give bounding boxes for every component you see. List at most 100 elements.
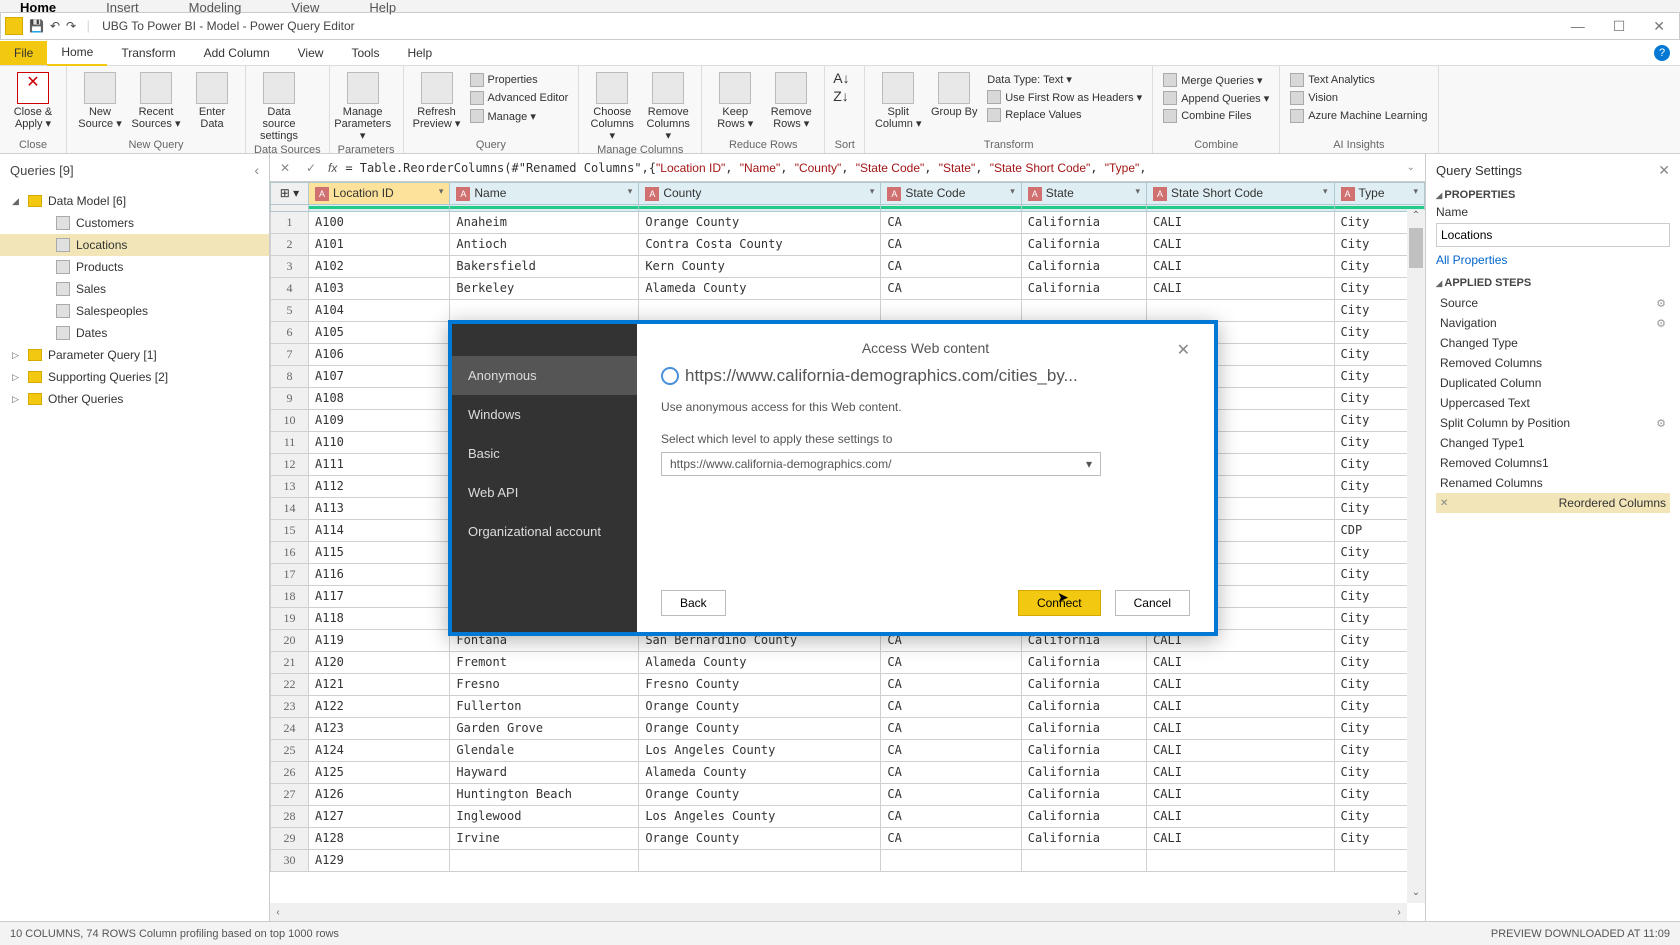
step-split-column-by-position[interactable]: Split Column by Position⚙ (1436, 413, 1670, 433)
column-header-state[interactable]: AState▾ (1021, 183, 1146, 205)
query-item-sales[interactable]: Sales (0, 278, 269, 300)
close-apply-button[interactable]: ✕Close & Apply ▾ (8, 70, 58, 130)
azure-ml-button[interactable]: Azure Machine Learning (1288, 108, 1429, 124)
remove-columns-button[interactable]: Remove Columns ▾ (643, 70, 693, 142)
table-row[interactable]: 21A120FremontAlameda CountyCACaliforniaC… (271, 651, 1425, 673)
data-type-button[interactable]: Data Type: Text ▾ (985, 72, 1144, 87)
sort-desc-button[interactable]: Z↓ (833, 88, 849, 104)
text-analytics-button[interactable]: Text Analytics (1288, 72, 1429, 88)
replace-values-button[interactable]: Replace Values (985, 107, 1144, 123)
qat-undo-icon[interactable]: ↶ (50, 19, 60, 33)
horizontal-scrollbar[interactable]: ‹› (270, 903, 1407, 921)
close-button[interactable]: ✕ (1653, 18, 1665, 35)
cancel-button[interactable]: Cancel (1115, 590, 1190, 616)
refresh-preview-button[interactable]: Refresh Preview ▾ (412, 70, 462, 130)
column-header-county[interactable]: ACounty▾ (639, 183, 881, 205)
formula-commit-icon[interactable]: ✓ (302, 159, 320, 177)
split-column-button[interactable]: Split Column ▾ (873, 70, 923, 130)
new-source-button[interactable]: New Source ▾ (75, 70, 125, 130)
table-row[interactable]: 22A121FresnoFresno CountyCACaliforniaCAL… (271, 673, 1425, 695)
table-row[interactable]: 5A104City (271, 299, 1425, 321)
recent-sources-button[interactable]: Recent Sources ▾ (131, 70, 181, 130)
column-header-name[interactable]: AName▾ (450, 183, 639, 205)
auth-option-basic[interactable]: Basic (452, 434, 637, 473)
tab-file[interactable]: File (0, 41, 47, 65)
column-header-location-id[interactable]: ALocation ID▾ (309, 183, 450, 205)
step-source[interactable]: Source⚙ (1436, 293, 1670, 313)
query-item-customers[interactable]: Customers (0, 212, 269, 234)
help-icon[interactable]: ? (1654, 45, 1670, 61)
query-item-products[interactable]: Products (0, 256, 269, 278)
folder-other-queries[interactable]: ▷Other Queries (0, 388, 269, 410)
step-navigation[interactable]: Navigation⚙ (1436, 313, 1670, 333)
table-row[interactable]: 29A128IrvineOrange CountyCACaliforniaCAL… (271, 827, 1425, 849)
advanced-editor-button[interactable]: Advanced Editor (468, 90, 571, 106)
tab-view[interactable]: View (284, 41, 338, 65)
query-item-locations[interactable]: Locations (0, 234, 269, 256)
query-name-input[interactable] (1436, 223, 1670, 247)
group-by-button[interactable]: Group By (929, 70, 979, 118)
step-changed-type1[interactable]: Changed Type1 (1436, 433, 1670, 453)
back-button[interactable]: Back (661, 590, 726, 616)
sort-asc-button[interactable]: A↓ (833, 70, 849, 86)
table-row[interactable]: 25A124GlendaleLos Angeles CountyCACalifo… (271, 739, 1425, 761)
formula-text[interactable]: = Table.ReorderColumns(#"Renamed Columns… (345, 161, 1398, 175)
enter-data-button[interactable]: Enter Data (187, 70, 237, 130)
query-item-dates[interactable]: Dates (0, 322, 269, 344)
step-removed-columns1[interactable]: Removed Columns1 (1436, 453, 1670, 473)
column-header-state-code[interactable]: AState Code▾ (881, 183, 1021, 205)
tab-tools[interactable]: Tools (337, 41, 393, 65)
step-duplicated-column[interactable]: Duplicated Column (1436, 373, 1670, 393)
first-row-headers-button[interactable]: Use First Row as Headers ▾ (985, 89, 1144, 105)
fx-icon[interactable]: fx (328, 161, 337, 175)
step-changed-type[interactable]: Changed Type (1436, 333, 1670, 353)
manage-query-button[interactable]: Manage ▾ (468, 108, 571, 124)
remove-rows-button[interactable]: Remove Rows ▾ (766, 70, 816, 130)
step-renamed-columns[interactable]: Renamed Columns (1436, 473, 1670, 493)
vertical-scrollbar[interactable]: ⌃⌄ (1407, 210, 1425, 903)
tab-help[interactable]: Help (393, 41, 446, 65)
table-row[interactable]: 1A100AnaheimOrange CountyCACaliforniaCAL… (271, 211, 1425, 233)
formula-expand-icon[interactable]: ⌄ (1407, 162, 1415, 173)
append-queries-button[interactable]: Append Queries ▾ (1161, 90, 1271, 106)
tab-transform[interactable]: Transform (107, 41, 189, 65)
combine-files-button[interactable]: Combine Files (1161, 108, 1271, 124)
query-item-salespeoples[interactable]: Salespeoples (0, 300, 269, 322)
tab-home[interactable]: Home (47, 40, 107, 66)
tab-add-column[interactable]: Add Column (190, 41, 284, 65)
table-row[interactable]: 2A101AntiochContra Costa CountyCACalifor… (271, 233, 1425, 255)
table-row[interactable]: 3A102BakersfieldKern CountyCACaliforniaC… (271, 255, 1425, 277)
keep-rows-button[interactable]: Keep Rows ▾ (710, 70, 760, 130)
data-source-settings-button[interactable]: Data source settings (254, 70, 304, 142)
step-reordered-columns[interactable]: Reordered Columns (1436, 493, 1670, 513)
table-row[interactable]: 23A122FullertonOrange CountyCACalifornia… (271, 695, 1425, 717)
properties-button[interactable]: Properties (468, 72, 571, 88)
step-removed-columns[interactable]: Removed Columns (1436, 353, 1670, 373)
table-row[interactable]: 27A126Huntington BeachOrange CountyCACal… (271, 783, 1425, 805)
folder-data-model-[interactable]: ◢Data Model [6] (0, 190, 269, 212)
vision-button[interactable]: Vision (1288, 90, 1429, 106)
level-select-dropdown[interactable]: https://www.california-demographics.com/… (661, 452, 1101, 476)
table-row[interactable]: 26A125HaywardAlameda CountyCACaliforniaC… (271, 761, 1425, 783)
table-row[interactable]: 4A103BerkeleyAlameda CountyCACaliforniaC… (271, 277, 1425, 299)
folder-parameter-query-[interactable]: ▷Parameter Query [1] (0, 344, 269, 366)
all-properties-link[interactable]: All Properties (1436, 253, 1507, 267)
column-header-state-short-code[interactable]: AState Short Code▾ (1147, 183, 1334, 205)
auth-option-web-api[interactable]: Web API (452, 473, 637, 512)
collapse-panel-icon[interactable]: ‹ (254, 162, 259, 178)
merge-queries-button[interactable]: Merge Queries ▾ (1161, 72, 1271, 88)
auth-option-organizational-account[interactable]: Organizational account (452, 512, 637, 551)
folder-supporting-queries-[interactable]: ▷Supporting Queries [2] (0, 366, 269, 388)
dialog-close-icon[interactable]: ✕ (1177, 340, 1190, 360)
minimize-button[interactable]: — (1571, 18, 1585, 35)
table-corner[interactable]: ⊞ ▾ (271, 183, 309, 205)
step-uppercased-text[interactable]: Uppercased Text (1436, 393, 1670, 413)
table-row[interactable]: 30A129 (271, 849, 1425, 871)
connect-button[interactable]: Connect ➤ (1018, 590, 1101, 616)
choose-columns-button[interactable]: Choose Columns ▾ (587, 70, 637, 142)
qat-save-icon[interactable]: 💾 (29, 19, 44, 33)
maximize-button[interactable]: ☐ (1613, 18, 1626, 35)
close-settings-icon[interactable]: ✕ (1658, 162, 1670, 179)
qat-redo-icon[interactable]: ↷ (66, 19, 76, 33)
formula-cancel-icon[interactable]: ✕ (276, 159, 294, 177)
